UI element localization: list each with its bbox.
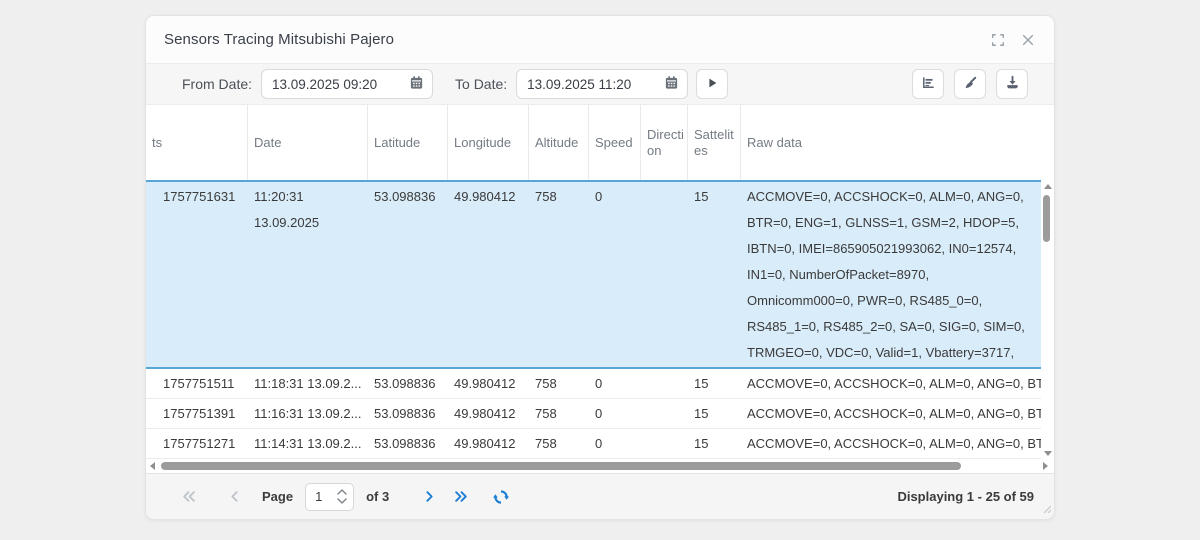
column-header-raw-data[interactable]: Raw data <box>741 105 1041 180</box>
titlebar: Sensors Tracing Mitsubishi Pajero <box>146 16 1054 63</box>
table-row[interactable]: 1757751391 11:16:31 13.09.2... 53.098836… <box>146 399 1041 429</box>
cell-date: 11:18:31 13.09.2... <box>248 369 368 398</box>
horizontal-scrollbar[interactable] <box>146 459 1054 473</box>
cell-altitude: 758 <box>529 429 589 458</box>
cell-altitude: 758 <box>529 182 589 367</box>
cell-speed: 0 <box>589 429 641 458</box>
horizontal-scrollbar-thumb[interactable] <box>161 462 961 470</box>
scroll-down-icon[interactable] <box>1044 451 1052 456</box>
filter-toolbar: From Date: 13.09.2025 09:20 To Date: 13.… <box>146 63 1054 105</box>
cell-altitude: 758 <box>529 369 589 398</box>
column-header-altitude[interactable]: Altitude <box>529 105 589 180</box>
download-icon <box>1005 75 1020 93</box>
column-header-latitude[interactable]: Latitude <box>368 105 448 180</box>
vertical-scrollbar[interactable] <box>1041 183 1053 457</box>
cell-direction <box>641 429 688 458</box>
cell-ts: 1757751631 <box>146 182 248 367</box>
cell-longitude: 49.980412 <box>448 182 529 367</box>
resize-handle-icon[interactable] <box>1041 501 1051 516</box>
displaying-status: Displaying 1 - 25 of 59 <box>897 489 1034 504</box>
page-label: Page <box>262 489 293 504</box>
play-icon <box>705 76 719 93</box>
cell-satellites: 15 <box>688 429 741 458</box>
broom-icon <box>963 75 978 93</box>
cell-date-line: 13.09.2025 <box>254 210 362 236</box>
page-number-input[interactable]: 1 <box>305 483 354 511</box>
chart-button[interactable] <box>912 69 944 99</box>
cell-ts: 1757751271 <box>146 429 248 458</box>
calendar-icon[interactable] <box>409 75 424 93</box>
pagination-bar: Page 1 of 3 Displa <box>146 473 1054 519</box>
to-date-input[interactable]: 13.09.2025 11:20 <box>516 69 688 99</box>
cell-date: 11:16:31 13.09.2... <box>248 399 368 428</box>
cell-speed: 0 <box>589 399 641 428</box>
scroll-right-icon[interactable] <box>1043 462 1048 470</box>
column-header-longitude[interactable]: Longitude <box>448 105 529 180</box>
grid-header: ts Date Latitude Longitude Altitude Spee… <box>146 105 1054 180</box>
cell-altitude: 758 <box>529 399 589 428</box>
cell-longitude: 49.980412 <box>448 429 529 458</box>
cell-speed: 0 <box>589 182 641 367</box>
refresh-icon[interactable] <box>493 489 509 505</box>
cell-longitude: 49.980412 <box>448 369 529 398</box>
prev-page-icon[interactable] <box>226 489 242 505</box>
bar-chart-icon <box>921 75 936 93</box>
page-count-label: of 3 <box>366 489 389 504</box>
run-query-button[interactable] <box>696 69 728 99</box>
to-date-value: 13.09.2025 11:20 <box>527 77 631 92</box>
page-number-value: 1 <box>306 489 335 504</box>
cell-longitude: 49.980412 <box>448 399 529 428</box>
spinner-up-icon[interactable] <box>337 489 347 495</box>
sensors-tracing-window: Sensors Tracing Mitsubishi Pajero From D… <box>145 15 1055 520</box>
first-page-icon[interactable] <box>180 489 196 505</box>
cell-raw-data: ACCMOVE=0, ACCSHOCK=0, ALM=0, ANG=0, BT.… <box>741 429 1041 458</box>
scroll-left-icon[interactable] <box>150 462 155 470</box>
close-icon[interactable] <box>1020 32 1036 48</box>
cell-raw-data: ACCMOVE=0, ACCSHOCK=0, ALM=0, ANG=0, BTR… <box>741 182 1041 367</box>
sensor-grid: ts Date Latitude Longitude Altitude Spee… <box>146 105 1054 473</box>
cell-direction <box>641 399 688 428</box>
last-page-icon[interactable] <box>453 489 469 505</box>
cell-date: 11:14:31 13.09.2... <box>248 429 368 458</box>
cell-satellites: 15 <box>688 182 741 367</box>
column-header-speed[interactable]: Speed <box>589 105 641 180</box>
vertical-scrollbar-thumb[interactable] <box>1043 195 1050 242</box>
table-row[interactable]: 1757751631 11:20:31 13.09.2025 53.098836… <box>146 180 1041 369</box>
clear-button[interactable] <box>954 69 986 99</box>
column-header-direction[interactable]: Directi on <box>641 105 688 180</box>
cell-time-line: 11:20:31 <box>254 184 362 210</box>
cell-latitude: 53.098836 <box>368 429 448 458</box>
to-date-label: To Date: <box>455 76 507 92</box>
window-title: Sensors Tracing Mitsubishi Pajero <box>164 31 990 48</box>
column-header-ts[interactable]: ts <box>146 105 248 180</box>
cell-raw-data: ACCMOVE=0, ACCSHOCK=0, ALM=0, ANG=0, BT.… <box>741 399 1041 428</box>
cell-latitude: 53.098836 <box>368 182 448 367</box>
column-header-satellites[interactable]: Sattelit es <box>688 105 741 180</box>
cell-speed: 0 <box>589 369 641 398</box>
next-page-icon[interactable] <box>421 489 437 505</box>
table-row[interactable]: 1757751511 11:18:31 13.09.2... 53.098836… <box>146 369 1041 399</box>
cell-direction <box>641 182 688 367</box>
spinner-down-icon[interactable] <box>337 498 347 504</box>
cell-latitude: 53.098836 <box>368 369 448 398</box>
scroll-up-icon[interactable] <box>1044 184 1052 189</box>
cell-ts: 1757751511 <box>146 369 248 398</box>
cell-date: 11:20:31 13.09.2025 <box>248 182 368 367</box>
column-header-date[interactable]: Date <box>248 105 368 180</box>
grid-body: 1757751631 11:20:31 13.09.2025 53.098836… <box>146 180 1054 459</box>
cell-ts: 1757751391 <box>146 399 248 428</box>
maximize-icon[interactable] <box>990 32 1006 48</box>
cell-latitude: 53.098836 <box>368 399 448 428</box>
from-date-label: From Date: <box>182 76 252 92</box>
from-date-input[interactable]: 13.09.2025 09:20 <box>261 69 433 99</box>
calendar-icon[interactable] <box>664 75 679 93</box>
cell-satellites: 15 <box>688 369 741 398</box>
cell-satellites: 15 <box>688 399 741 428</box>
from-date-value: 13.09.2025 09:20 <box>272 77 377 92</box>
table-row[interactable]: 1757751271 11:14:31 13.09.2... 53.098836… <box>146 429 1041 459</box>
cell-direction <box>641 369 688 398</box>
cell-raw-data: ACCMOVE=0, ACCSHOCK=0, ALM=0, ANG=0, BT.… <box>741 369 1041 398</box>
download-button[interactable] <box>996 69 1028 99</box>
